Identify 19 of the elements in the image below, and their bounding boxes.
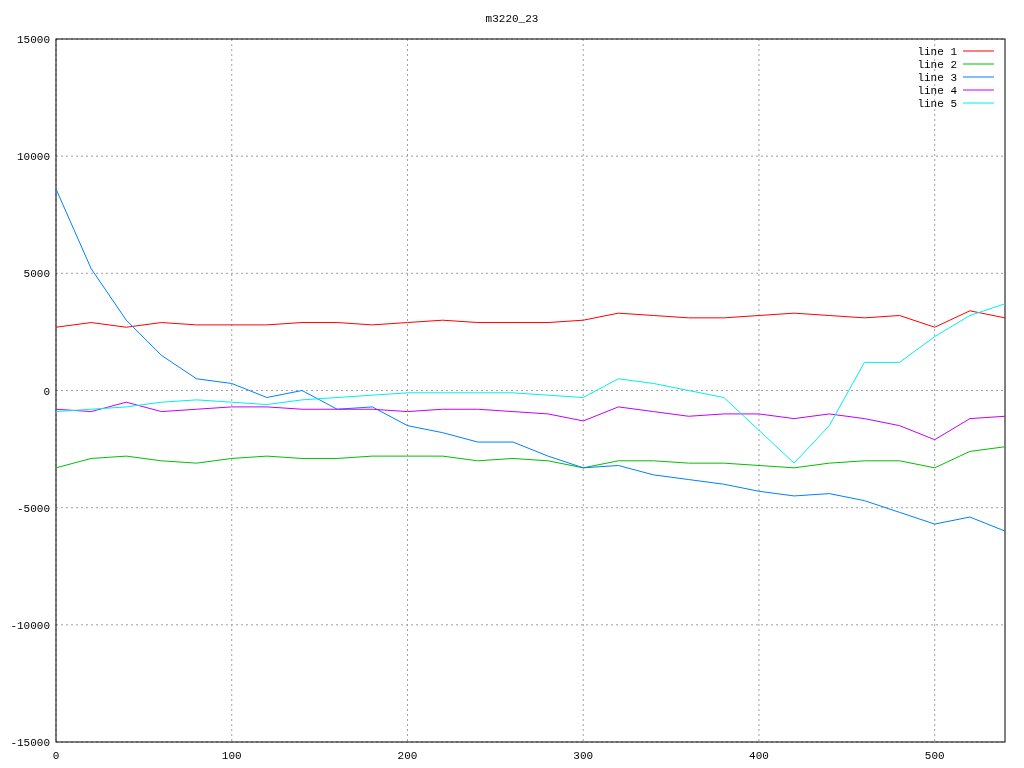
y-tick-label: -15000 bbox=[10, 737, 50, 749]
legend-label: line 3 bbox=[917, 72, 957, 84]
y-tick-label: 15000 bbox=[17, 34, 50, 46]
x-tick-label: 100 bbox=[221, 750, 242, 762]
x-tick-label: 400 bbox=[749, 750, 769, 762]
legend-label: line 1 bbox=[917, 46, 957, 58]
x-tick-label: 200 bbox=[397, 750, 418, 762]
legend-label: line 5 bbox=[917, 98, 957, 110]
y-tick-label: 5000 bbox=[23, 268, 50, 281]
y-tick-label: -5000 bbox=[17, 502, 50, 515]
y-tick-label: -10000 bbox=[10, 619, 50, 632]
y-tick-label: 0 bbox=[43, 385, 50, 398]
y-tick-label: 10000 bbox=[17, 151, 50, 164]
chart-title: m3220_23 bbox=[485, 13, 539, 25]
legend-label: line 4 bbox=[917, 85, 957, 97]
x-tick-label: 0 bbox=[52, 750, 60, 762]
x-tick-label: 300 bbox=[573, 750, 594, 762]
legend-label: line 2 bbox=[917, 59, 957, 71]
x-tick-label: 500 bbox=[924, 750, 945, 762]
